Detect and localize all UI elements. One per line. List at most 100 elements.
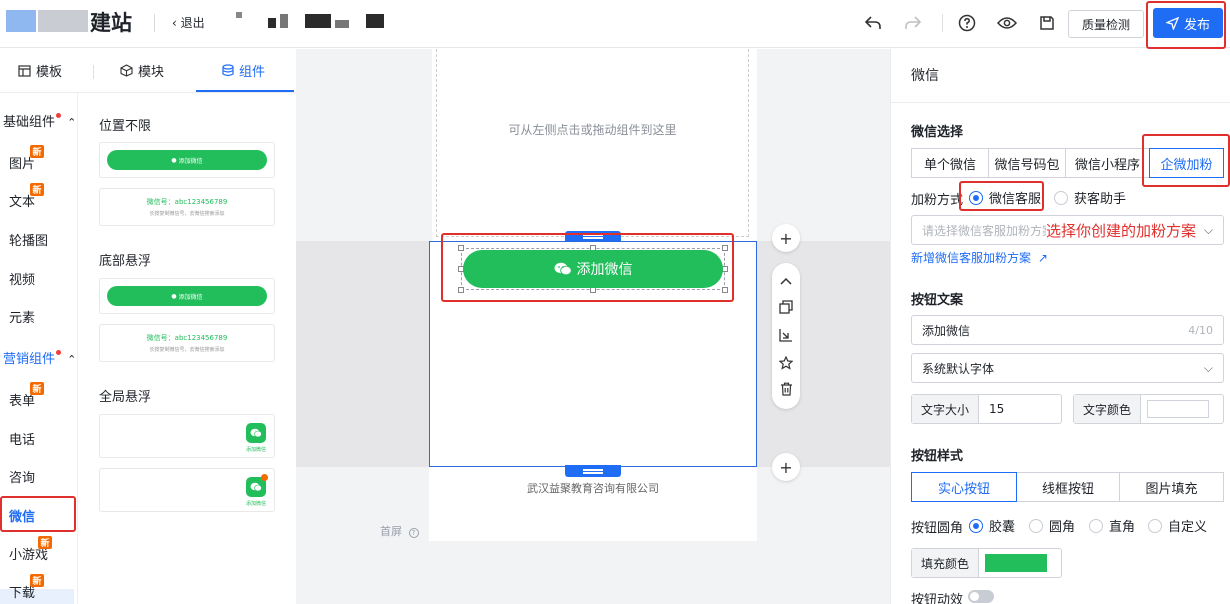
button-label: 添加微信 xyxy=(178,293,203,301)
chevron-up-icon: ⌃ xyxy=(67,116,77,129)
button-text-input[interactable]: 添加微信 4/10 xyxy=(911,315,1224,345)
font-size-input[interactable]: 文字大小 15 xyxy=(911,394,1062,424)
radio-customer-assistant[interactable]: 获客助手 xyxy=(1054,188,1126,207)
radio-capsule[interactable]: 胶囊 xyxy=(969,516,1015,535)
component-card-wechat-id[interactable]: 微信号：abc123456789 长按复制微信号，去微信搜索添加 xyxy=(99,324,275,362)
animation-toggle[interactable] xyxy=(968,590,994,603)
chevron-down-icon: ⌵ xyxy=(1203,360,1213,375)
tab-modules[interactable]: 模块 xyxy=(120,61,164,80)
option-solid-button[interactable]: 实心按钮 xyxy=(911,472,1017,502)
category-item-carousel[interactable]: 轮播图 xyxy=(9,230,48,249)
text-color-swatch xyxy=(1147,400,1210,418)
preview-eye-icon[interactable] xyxy=(996,12,1018,34)
drag-handle[interactable] xyxy=(565,231,621,241)
exit-button[interactable]: ‹ 退出 xyxy=(172,14,205,31)
option-mini-program[interactable]: 微信小程序 xyxy=(1065,148,1150,178)
wechat-icon: ● xyxy=(171,292,177,300)
redo-icon[interactable] xyxy=(902,12,924,34)
wechat-id-text: 微信号：abc123456789 xyxy=(146,334,228,342)
button-text-value: 添加微信 xyxy=(922,323,971,338)
category-item-element[interactable]: 元素 xyxy=(9,307,35,326)
add-section-icon[interactable]: + xyxy=(772,224,800,252)
category-item-consult[interactable]: 咨询 xyxy=(9,467,35,486)
radio-label: 获客助手 xyxy=(1074,192,1127,207)
option-outline-button[interactable]: 线框按钮 xyxy=(1016,472,1120,502)
resize-handle[interactable] xyxy=(722,287,728,293)
tab-components[interactable]: 组件 xyxy=(222,61,265,80)
option-single-wechat[interactable]: 单个微信 xyxy=(911,148,989,178)
layout-icon xyxy=(18,64,31,77)
category-item-video[interactable]: 视频 xyxy=(9,269,35,288)
font-select[interactable]: 系统默认字体 ⌵ xyxy=(911,353,1224,383)
chevron-up-icon[interactable] xyxy=(776,271,796,291)
divider xyxy=(93,65,94,79)
top-bar: 建站 ‹ 退出 质量检测 发布 xyxy=(0,0,1230,48)
component-card-float[interactable]: 添加微信 xyxy=(99,468,275,512)
new-plan-link[interactable]: 新增微信客服加粉方案 ↗ xyxy=(911,249,1048,266)
font-size-label: 文字大小 xyxy=(912,395,980,423)
exit-label: 退出 xyxy=(180,16,205,30)
resize-handle[interactable] xyxy=(458,245,464,251)
radio-wechat-service[interactable]: 微信客服 xyxy=(969,188,1041,207)
company-name: 武汉益聚教育咨询有限公司 xyxy=(527,482,659,495)
new-badge: 新 xyxy=(38,536,52,549)
category-group-marketing[interactable]: 营销组件 ⌃ xyxy=(3,348,76,367)
section-title: 底部悬浮 xyxy=(99,254,152,269)
font-value: 系统默认字体 xyxy=(922,361,995,376)
drag-handle[interactable] xyxy=(565,465,621,477)
option-image-fill[interactable]: 图片填充 xyxy=(1119,472,1224,502)
radio-rounded[interactable]: 圆角 xyxy=(1029,516,1075,535)
component-card-button[interactable]: ● 添加微信 xyxy=(99,142,275,178)
resize-handle[interactable] xyxy=(722,245,728,251)
category-item-wechat[interactable]: 微信 xyxy=(9,506,35,525)
trash-icon[interactable] xyxy=(776,379,796,399)
annotation-text: 选择你创建的加粉方案 xyxy=(1046,220,1197,241)
fill-color-picker[interactable]: 填充颜色 xyxy=(911,548,1062,578)
wechat-id-sub: 长按复制微信号，去微信搜索添加 xyxy=(149,211,225,217)
fill-color-label: 填充颜色 xyxy=(912,549,980,577)
send-icon xyxy=(1165,16,1179,30)
link-label: 新增微信客服加粉方案 xyxy=(911,251,1032,265)
first-screen-label: 首屏 ? xyxy=(380,523,419,539)
tab-label: 模板 xyxy=(36,65,63,80)
component-card-button[interactable]: ● 添加微信 xyxy=(99,278,275,314)
save-icon[interactable] xyxy=(1036,12,1058,34)
add-section-icon[interactable]: + xyxy=(772,453,800,481)
plan-placeholder: 请选择微信客服加粉方案 xyxy=(922,223,1055,238)
button-style-title: 按钮样式 xyxy=(911,449,964,464)
copy-icon[interactable] xyxy=(776,297,796,317)
text-color-picker[interactable]: 文字颜色 xyxy=(1073,394,1224,424)
help-icon: ? xyxy=(408,528,419,538)
mini-wechat-button: ● 添加微信 xyxy=(107,150,267,170)
publish-button[interactable]: 发布 xyxy=(1153,8,1223,38)
radio-square[interactable]: 直角 xyxy=(1089,516,1135,535)
component-card-float[interactable]: 添加微信 xyxy=(99,414,275,458)
radio-custom[interactable]: 自定义 xyxy=(1148,516,1207,535)
corner-label: 按钮圆角 xyxy=(911,521,964,536)
radio-label: 自定义 xyxy=(1168,520,1208,535)
divider xyxy=(154,14,155,32)
undo-icon[interactable] xyxy=(862,12,884,34)
option-wechat-pack[interactable]: 微信号码包 xyxy=(988,148,1066,178)
option-wecom-fans[interactable]: 企微加粉 xyxy=(1149,148,1224,178)
component-card-wechat-id[interactable]: 微信号：abc123456789 长按复制微信号，去微信搜索添加 xyxy=(99,188,275,226)
drop-zone xyxy=(436,49,749,237)
move-down-icon[interactable] xyxy=(776,325,796,345)
category-group-basic[interactable]: 基础组件 ⌃ xyxy=(3,111,76,130)
divider xyxy=(942,14,943,32)
component-list: 位置不限 ● 添加微信 微信号：abc123456789 长按复制微信号，去微信搜… xyxy=(78,93,296,604)
left-panel-tabs: 模板 模块 组件 xyxy=(0,49,296,93)
tab-label: 组件 xyxy=(239,65,266,80)
button-label: 添加微信 xyxy=(178,157,203,165)
quality-check-button[interactable]: 质量检测 xyxy=(1068,10,1144,38)
radio-off-icon xyxy=(1029,518,1043,533)
category-item-phone[interactable]: 电话 xyxy=(9,429,35,448)
resize-handle[interactable] xyxy=(458,287,464,293)
new-badge: 新 xyxy=(30,382,44,395)
logo-name-blurred xyxy=(38,10,88,32)
help-icon[interactable] xyxy=(956,12,978,34)
tab-templates[interactable]: 模板 xyxy=(18,61,62,80)
button-style-segmented: 实心按钮 线框按钮 图片填充 xyxy=(911,472,1224,502)
wechat-add-button[interactable]: 添加微信 xyxy=(463,250,723,288)
star-icon[interactable] xyxy=(776,353,796,373)
